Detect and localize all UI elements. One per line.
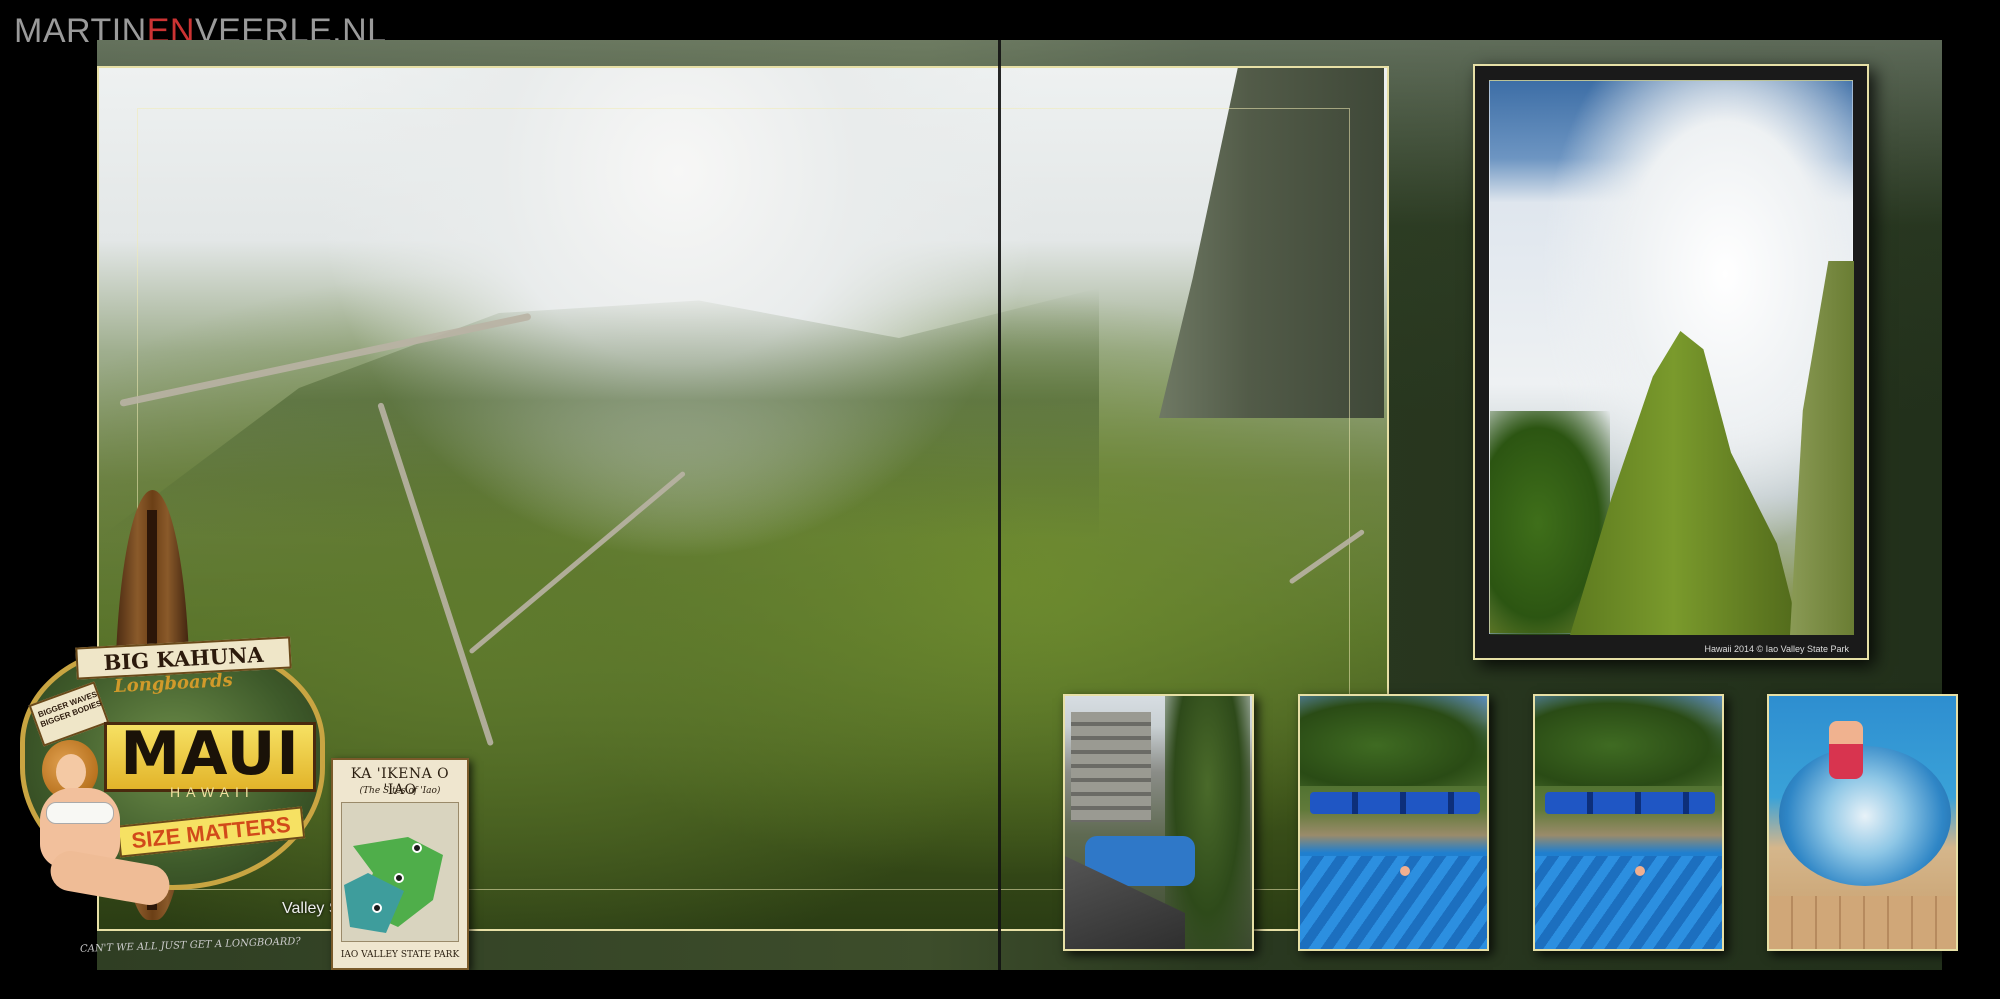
person-in-tub <box>1829 721 1863 779</box>
pinup-girl-illustration <box>20 740 173 940</box>
pool-water <box>1535 856 1722 949</box>
iao-valley-map-sign: KA 'IKENA O 'IAO (The Sites of 'Iao) IAO… <box>331 758 469 970</box>
pinup-legs <box>47 847 173 909</box>
sign-footer: IAO VALLEY STATE PARK <box>340 950 460 960</box>
map-marker <box>372 903 382 913</box>
big-kahuna-sticker: BIG KAHUNA Longboards BIGGER WAVES BIGGE… <box>10 490 330 960</box>
iao-needle-image <box>1489 80 1854 635</box>
pinup-face <box>56 754 86 790</box>
sign-subtitle: (The Sites of 'Iao) <box>359 786 441 796</box>
hotel-building <box>1071 712 1151 822</box>
sticker-subtitle: HAWAII <box>170 784 255 800</box>
album-spine <box>998 40 1001 970</box>
hotel-pool-photo-2 <box>1533 694 1724 951</box>
map-marker <box>412 843 422 853</box>
wooden-deck <box>1769 896 1956 949</box>
hot-tub <box>1779 746 1951 886</box>
hotel-courtyard-photo <box>1063 694 1254 951</box>
map-marker <box>394 873 404 883</box>
pool-water <box>1300 856 1487 949</box>
sign-map <box>341 802 459 942</box>
umbrellas <box>1545 792 1715 814</box>
umbrellas <box>1310 792 1480 814</box>
palm-trees <box>1535 696 1722 786</box>
right-cliff <box>1790 261 1854 635</box>
hotel-pool-photo-1 <box>1298 694 1489 951</box>
palm-trees <box>1300 696 1487 786</box>
pinup-top <box>46 802 114 824</box>
needle-photo-caption: Hawaii 2014 © Iao Valley State Park <box>1704 644 1849 654</box>
hot-tub-photo <box>1767 694 1958 951</box>
iao-needle-photo: Hawaii 2014 © Iao Valley State Park <box>1473 64 1869 660</box>
swimmer <box>1635 866 1645 876</box>
swimmer <box>1400 866 1410 876</box>
